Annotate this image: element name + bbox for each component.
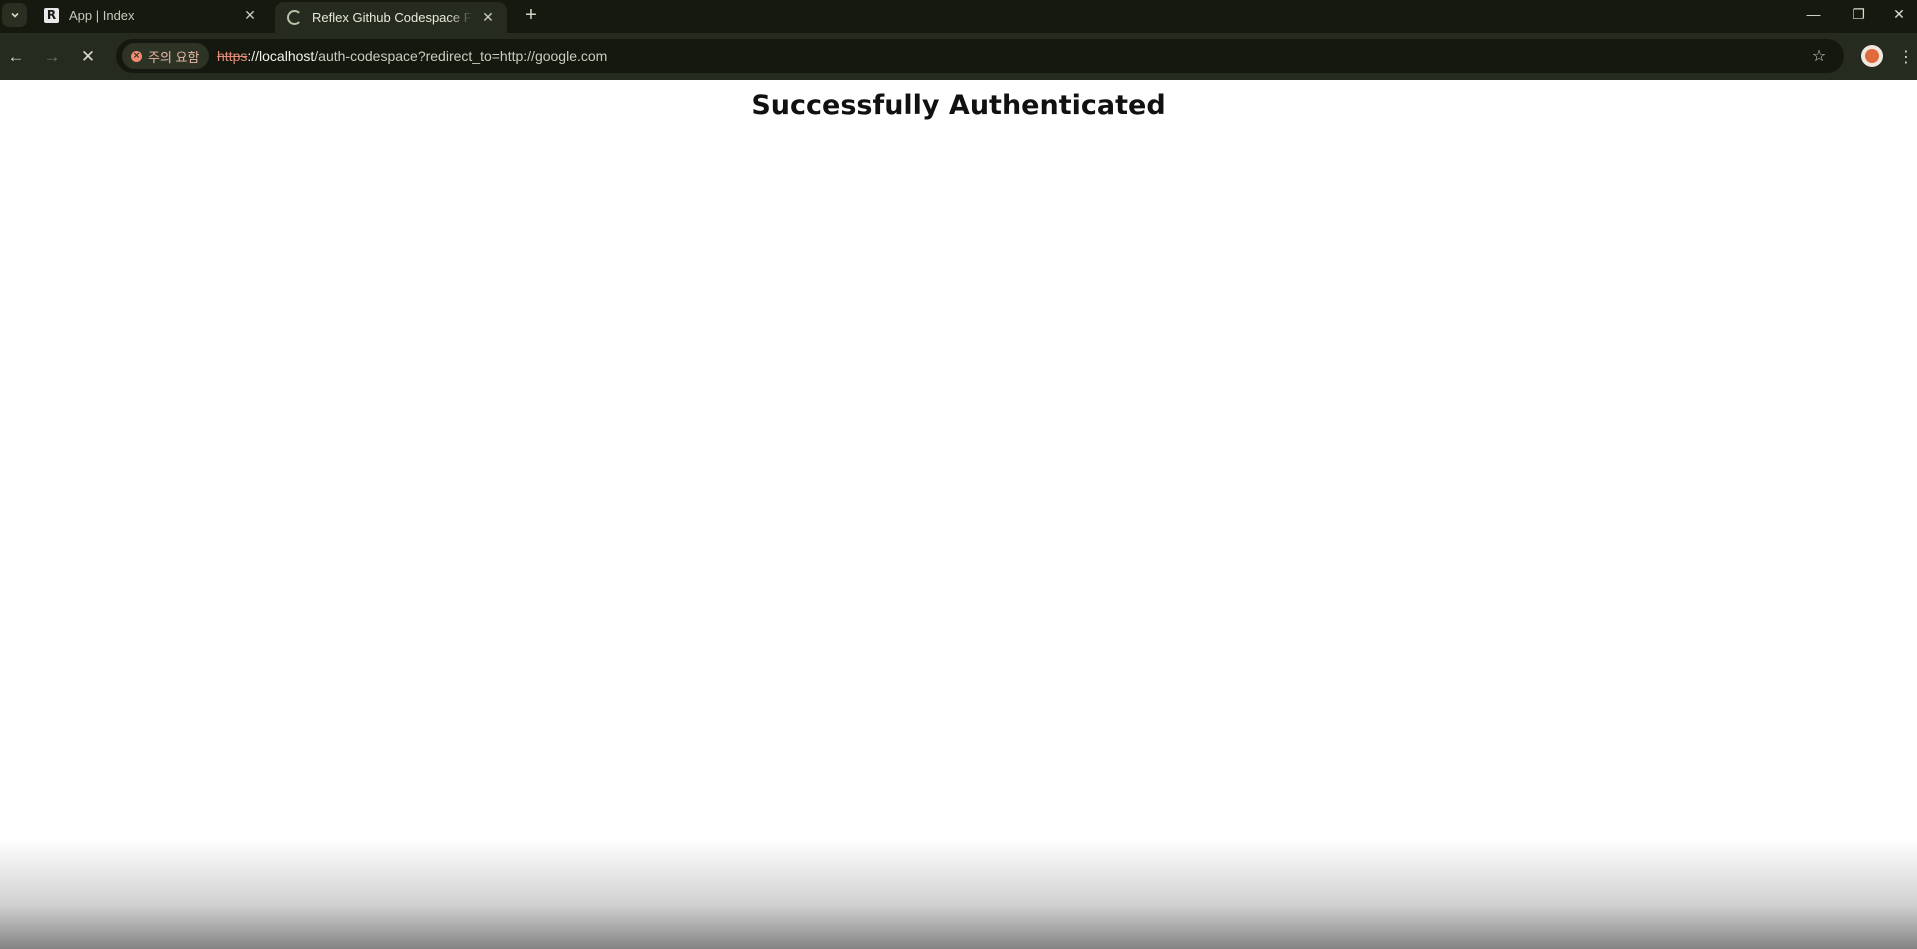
close-window-button[interactable]: ✕ — [1881, 0, 1917, 28]
minimize-button[interactable]: — — [1791, 0, 1836, 28]
tab-title: Reflex Github Codespace Forw — [312, 10, 473, 25]
browser-toolbar: ← → ✕ × 주의 요함 https://localhost/auth-cod… — [0, 33, 1917, 80]
page-content: Successfully Authenticated — [0, 80, 1917, 949]
forward-button[interactable]: → — [38, 43, 66, 71]
bottom-shadow-overlay — [0, 839, 1917, 949]
new-tab-button[interactable]: + — [518, 3, 544, 27]
profile-avatar[interactable] — [1861, 45, 1883, 67]
chevron-down-icon — [10, 12, 19, 18]
security-chip-label: 주의 요함 — [148, 49, 200, 65]
avatar-icon — [1865, 49, 1879, 63]
warning-icon: × — [131, 50, 142, 62]
reflex-favicon-icon: R — [44, 7, 59, 23]
bookmark-star-icon[interactable]: ☆ — [1808, 45, 1830, 67]
close-icon[interactable]: ✕ — [241, 6, 259, 24]
stop-loading-button[interactable]: ✕ — [74, 43, 102, 71]
security-warning-chip[interactable]: × 주의 요함 — [122, 43, 210, 69]
restore-button[interactable]: ❐ — [1836, 0, 1881, 28]
tab-search-button[interactable] — [2, 3, 27, 27]
url-host: ://localhost — [247, 48, 315, 64]
tab-reflex-codespace[interactable]: Reflex Github Codespace Forw ✕ — [275, 2, 507, 33]
loading-spinner-icon — [287, 10, 302, 25]
page-title: Successfully Authenticated — [751, 90, 1166, 121]
url-scheme: https — [217, 48, 248, 64]
tab-strip: R App | Index ✕ Reflex Github Codespace … — [0, 0, 1917, 33]
browser-menu-button[interactable]: ⋮ — [1897, 43, 1915, 71]
url-text[interactable]: https://localhost/auth-codespace?redirec… — [217, 39, 607, 73]
tab-app-index[interactable]: R App | Index ✕ — [34, 0, 269, 30]
back-button[interactable]: ← — [2, 43, 30, 71]
close-icon[interactable]: ✕ — [479, 9, 497, 27]
address-bar[interactable]: × 주의 요함 https://localhost/auth-codespace… — [116, 39, 1844, 73]
url-path: /auth-codespace?redirect_to=http://googl… — [314, 48, 608, 64]
tab-title: App | Index — [69, 7, 135, 23]
